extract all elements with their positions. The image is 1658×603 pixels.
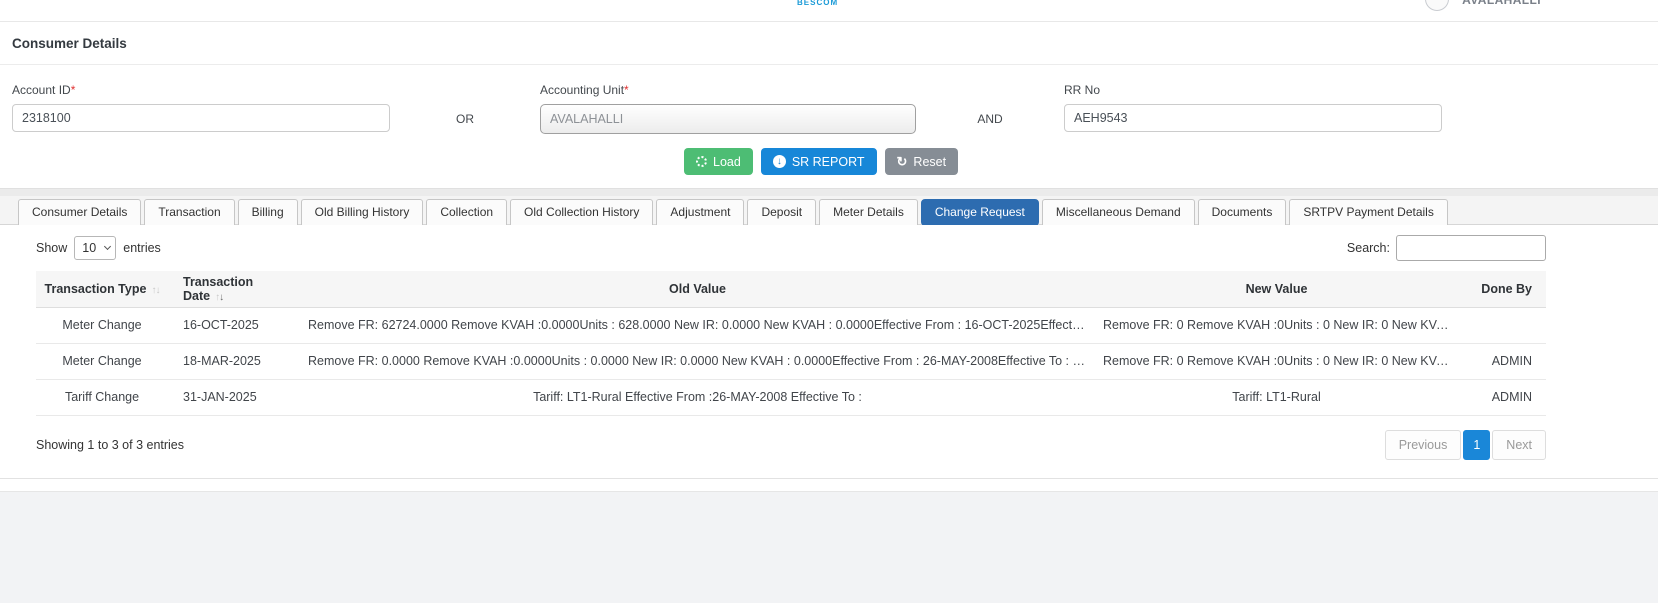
cell-transaction-type: Meter Change: [36, 343, 168, 380]
required-asterisk: *: [624, 83, 629, 97]
change-request-panel: Show 10 entries Search: Transaction Type…: [0, 225, 1658, 479]
required-asterisk: *: [70, 83, 76, 97]
table-row: Meter Change 18-MAR-2025 Remove FR: 0.00…: [36, 343, 1546, 380]
cell-transaction-date: 18-MAR-2025: [168, 343, 300, 380]
cell-done-by: ADMIN: [1458, 343, 1546, 380]
tab-transaction[interactable]: Transaction: [144, 199, 235, 227]
reset-button[interactable]: ↻ Reset: [884, 148, 959, 175]
sync-icon: ↻: [896, 154, 908, 169]
tab-adjustment[interactable]: Adjustment: [656, 199, 745, 227]
avatar-circle-icon[interactable]: [1425, 0, 1450, 11]
entries-info: Showing 1 to 3 of 3 entries: [36, 437, 185, 452]
tab-billing[interactable]: Billing: [237, 199, 298, 227]
next-page-button[interactable]: Next: [1492, 429, 1546, 460]
title-bar: Consumer Details: [0, 22, 1658, 65]
user-area[interactable]: AVALAHALLI: [1425, 0, 1541, 11]
user-name[interactable]: AVALAHALLI: [1462, 0, 1541, 7]
cell-done-by: ADMIN: [1458, 379, 1546, 416]
rr-no-label: RR No: [1064, 83, 1101, 97]
spinner-icon: [696, 156, 707, 167]
column-header-old-value: Old Value: [300, 271, 1095, 308]
column-header-transaction-type[interactable]: Transaction Type ↑↓: [36, 271, 168, 308]
accounting-unit-label: Accounting Unit*: [540, 83, 629, 97]
top-header: BESCOM AVALAHALLI: [0, 0, 1658, 22]
sort-arrows-icon: ↑↓: [151, 284, 160, 296]
entries-label: entries: [123, 241, 161, 255]
section-divider: [0, 188, 1658, 196]
bescom-logo: BESCOM: [797, 0, 839, 7]
account-id-label: Account ID*: [12, 83, 76, 97]
load-button[interactable]: Load: [684, 148, 753, 175]
cell-old-value: Tariff: LT1-Rural Effective From :26-MAY…: [300, 379, 1095, 416]
and-label: AND: [977, 112, 1003, 126]
tab-documents[interactable]: Documents: [1197, 199, 1287, 227]
cell-new-value: Remove FR: 0 Remove KVAH :0Units : 0 New…: [1095, 343, 1458, 380]
tab-bar: Consumer Details Transaction Billing Old Bi…: [0, 196, 1658, 227]
sort-arrows-icon: ↑↓: [215, 291, 224, 303]
tab-deposit[interactable]: Deposit: [747, 199, 817, 227]
cell-transaction-date: 16-OCT-2025: [168, 307, 300, 344]
change-request-table: Transaction Type ↑↓ Transaction Date ↑↓ Ol…: [36, 271, 1546, 416]
column-header-transaction-date[interactable]: Transaction Date ↑↓: [168, 271, 300, 308]
spacer: [0, 478, 1658, 491]
tab-old-billing-history[interactable]: Old Billing History: [300, 199, 424, 227]
table-row: Tariff Change 31-JAN-2025 Tariff: LT1-Ru…: [36, 379, 1546, 416]
cell-transaction-date: 31-JAN-2025: [168, 379, 300, 416]
sr-report-button[interactable]: ↓ SR REPORT: [760, 148, 877, 175]
or-label: OR: [456, 112, 474, 126]
page-background: [0, 490, 1658, 603]
page-title: Consumer Details: [12, 36, 127, 51]
tab-srtpv-payment-details[interactable]: SRTPV Payment Details: [1289, 199, 1448, 227]
tab-meter-details[interactable]: Meter Details: [819, 199, 918, 227]
tab-old-collection-history[interactable]: Old Collection History: [510, 199, 654, 227]
search-control: Search:: [1347, 235, 1546, 261]
search-input[interactable]: [1396, 235, 1546, 261]
cell-transaction-type: Tariff Change: [36, 379, 168, 416]
cell-old-value: Remove FR: 62724.0000 Remove KVAH :0.000…: [300, 307, 1095, 344]
cell-new-value: Remove FR: 0 Remove KVAH :0Units : 0 New…: [1095, 307, 1458, 344]
page-1-button[interactable]: 1: [1463, 429, 1491, 460]
tab-miscellaneous-demand[interactable]: Miscellaneous Demand: [1041, 199, 1195, 227]
cell-new-value: Tariff: LT1-Rural: [1095, 379, 1458, 416]
column-header-done-by: Done By: [1458, 271, 1546, 308]
page-size-control: Show 10 entries: [36, 236, 161, 260]
table-row: Meter Change 16-OCT-2025 Remove FR: 6272…: [36, 307, 1546, 344]
page-size-select[interactable]: 10: [74, 236, 117, 260]
consumer-search-form: Account ID* OR Accounting Unit* AND RR N…: [0, 65, 1658, 188]
tab-collection[interactable]: Collection: [426, 199, 508, 227]
table-body: Meter Change 16-OCT-2025 Remove FR: 6272…: [36, 307, 1546, 416]
cell-transaction-type: Meter Change: [36, 307, 168, 344]
previous-page-button[interactable]: Previous: [1384, 429, 1462, 460]
account-id-input[interactable]: [12, 104, 390, 132]
search-label: Search:: [1346, 241, 1390, 255]
cell-done-by: [1458, 307, 1546, 344]
pagination: Previous 1 Next: [1384, 429, 1546, 460]
circle-down-arrow-icon: ↓: [772, 155, 786, 168]
tab-consumer-details[interactable]: Consumer Details: [18, 199, 142, 227]
rr-no-input[interactable]: [1064, 104, 1442, 132]
show-label: Show: [36, 241, 68, 255]
accounting-unit-input[interactable]: [540, 104, 916, 134]
cell-old-value: Remove FR: 0.0000 Remove KVAH :0.0000Uni…: [300, 343, 1095, 380]
table-header-row: Transaction Type ↑↓ Transaction Date ↑↓ Ol…: [36, 271, 1546, 308]
column-header-new-value: New Value: [1095, 271, 1458, 308]
tab-change-request[interactable]: Change Request: [920, 199, 1039, 227]
